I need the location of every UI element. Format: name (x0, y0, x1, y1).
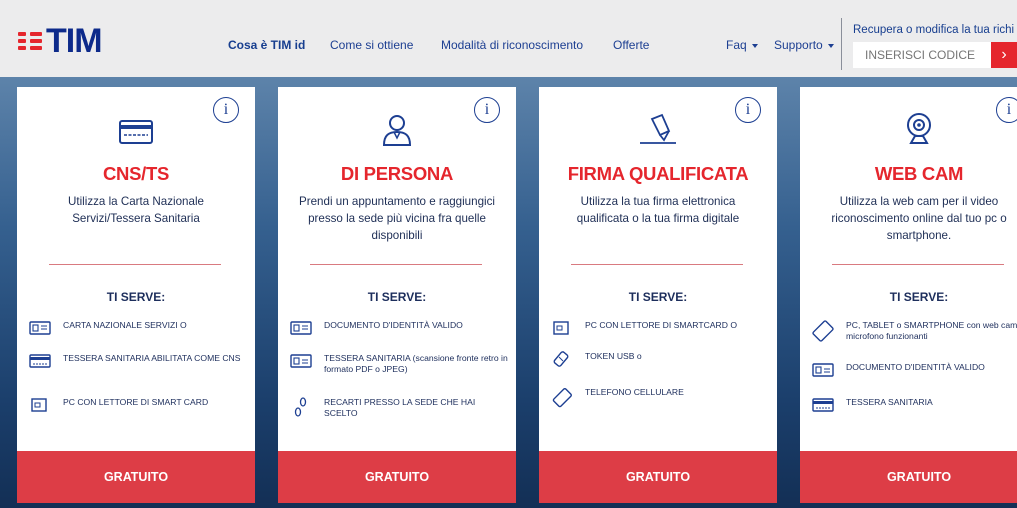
requirement-text: TESSERA SANITARIA ABILITATA COME CNS (63, 353, 241, 363)
nav-faq-label: Faq (726, 38, 747, 52)
card-title: WEB CAM (874, 163, 964, 184)
requirement-text: DOCUMENTO D'IDENTITÀ VALIDO (846, 362, 985, 372)
id-card-icon (29, 321, 51, 335)
nav-support-dropdown[interactable]: Supporto (774, 38, 834, 52)
requirement-item: TESSERA SANITARIA (scansione fronte retr… (290, 353, 510, 375)
requirement-item: TELEFONO CELLULARE (551, 387, 771, 409)
requirement-item: TOKEN USB o (551, 351, 771, 367)
recover-request-text: Recupera o modifica la tua richi (853, 24, 1015, 36)
requirement-item: RECARTI PRESSO LA SEDE CHE HAI SCELTO (290, 397, 510, 419)
id-document-icon (812, 363, 834, 377)
smart-card-reader-icon (553, 321, 569, 335)
price-footer[interactable]: GRATUITO (800, 451, 1017, 503)
pen-signature-icon (640, 113, 676, 144)
requirement-item: TESSERA SANITARIA ABILITATA COME CNS (29, 353, 249, 369)
price-footer[interactable]: GRATUITO (278, 451, 516, 503)
health-card-icon (29, 354, 51, 368)
requirement-text: TESSERA SANITARIA (846, 397, 933, 407)
code-submit-button[interactable]: › (991, 42, 1017, 68)
nav-what-is-tim-id[interactable]: Cosa è TIM id (228, 38, 305, 52)
logo-text: TIM (46, 22, 103, 60)
footsteps-icon (294, 397, 307, 417)
nav-support-label: Supporto (774, 38, 823, 52)
requirement-item: DOCUMENTO D'IDENTITÀ VALIDO (812, 362, 1017, 378)
card-description: Utilizza la web cam per il video riconos… (831, 195, 1007, 242)
requirement-text: TESSERA SANITARIA (scansione fronte retr… (324, 353, 508, 374)
chevron-down-icon (827, 43, 834, 48)
card-web-cam[interactable]: i WEB CAM Utilizza la web cam per il vid… (800, 87, 1017, 503)
card-divider (49, 264, 221, 265)
nav-offers[interactable]: Offerte (613, 38, 649, 52)
card-di-persona[interactable]: i DI PERSONA Prendi un appuntamento e ra… (278, 87, 516, 503)
code-input[interactable] (853, 42, 991, 68)
usb-token-icon (553, 351, 569, 367)
requirement-item: PC CON LETTORE DI SMARTCARD o (551, 320, 771, 336)
requirement-text: TOKEN USB o (585, 351, 642, 361)
requirement-text: RECARTI PRESSO LA SEDE CHE HAI SCELTO (324, 397, 476, 418)
nav-recognition-modes[interactable]: Modalità di riconoscimento (441, 38, 583, 52)
header-divider (841, 18, 842, 70)
webcam-icon (907, 113, 931, 144)
card-cns-ts[interactable]: i CNS/TS Utilizza la Carta Nazionale Ser… (17, 87, 255, 503)
requirement-item: DOCUMENTO D'IDENTITÀ VALIDO (290, 320, 510, 336)
requirements-heading: TI SERVE: (889, 290, 949, 304)
card-description: Utilizza la Carta Nazionale Servizi/Tess… (68, 195, 204, 225)
tablet-icon (812, 320, 834, 342)
card-description: Prendi un appuntamento e raggiungici pre… (299, 195, 495, 242)
card-description: Utilizza la tua firma elettronica qualif… (576, 195, 740, 225)
requirement-item: TESSERA SANITARIA (812, 397, 1017, 413)
price-footer[interactable]: GRATUITO (17, 451, 255, 503)
card-title: DI PERSONA (340, 163, 454, 184)
card-title: FIRMA QUALIFICATA (567, 163, 749, 184)
health-card-icon (290, 354, 312, 368)
card-reader-icon (119, 120, 153, 144)
health-card-icon (812, 398, 834, 412)
requirements-heading: TI SERVE: (106, 290, 166, 304)
info-icon[interactable]: i (735, 97, 761, 123)
requirement-text: PC CON LETTORE DI SMART CARD (63, 397, 209, 407)
requirement-text: DOCUMENTO D'IDENTITÀ VALIDO (324, 320, 463, 330)
requirement-item: CARTA NAZIONALE SERVIZI o (29, 320, 249, 336)
id-document-icon (290, 321, 312, 335)
nav-how-to-get[interactable]: Come si ottiene (330, 38, 413, 52)
tim-logo-mark-icon (18, 30, 42, 52)
requirement-item: PC CON LETTORE DI SMART CARD (29, 397, 249, 413)
info-icon[interactable]: i (474, 97, 500, 123)
requirement-text: TELEFONO CELLULARE (585, 387, 684, 397)
chevron-down-icon (751, 43, 758, 48)
smart-card-reader-icon (31, 398, 47, 412)
mobile-phone-icon (552, 388, 572, 408)
info-icon[interactable]: i (996, 97, 1017, 123)
header: TIM Cosa è TIM id Come si ottiene Modali… (0, 0, 1017, 77)
requirements-heading: TI SERVE: (628, 290, 688, 304)
person-icon (382, 115, 412, 146)
requirement-text: PC, TABLET o SMARTPHONE con web cam e mi… (846, 320, 1017, 341)
card-firma-qualificata[interactable]: i FIRMA QUALIFICATA Utilizza la tua firm… (539, 87, 777, 503)
requirement-text: PC CON LETTORE DI SMARTCARD o (585, 320, 738, 330)
tim-logo[interactable]: TIM (18, 22, 103, 60)
info-icon[interactable]: i (213, 97, 239, 123)
nav-faq-dropdown[interactable]: Faq (726, 38, 758, 52)
requirement-item: PC, TABLET o SMARTPHONE con web cam e mi… (812, 320, 1017, 342)
price-footer[interactable]: GRATUITO (539, 451, 777, 503)
card-divider (832, 264, 1004, 265)
requirement-text: CARTA NAZIONALE SERVIZI o (63, 320, 187, 330)
card-divider (310, 264, 482, 265)
card-divider (571, 264, 743, 265)
requirements-heading: TI SERVE: (367, 290, 427, 304)
card-title: CNS/TS (102, 163, 170, 184)
